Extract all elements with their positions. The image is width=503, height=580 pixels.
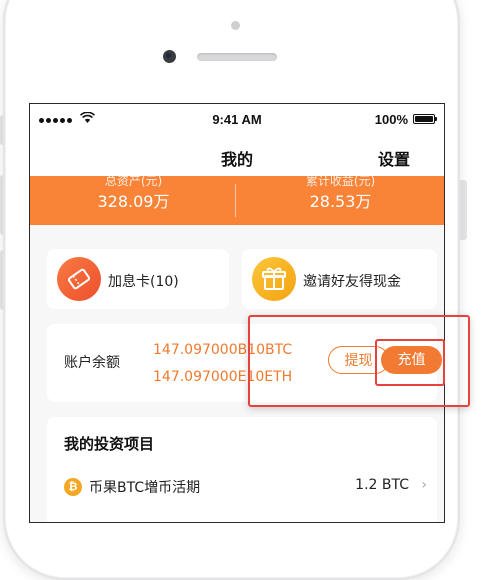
status-bar: 9:41 AM 100% [30, 104, 444, 134]
nav-bar: 我的 设置 [30, 134, 444, 176]
investment-name: 币果BTC増币活期 [89, 480, 201, 496]
gift-icon [252, 257, 296, 301]
total-assets-label: 总资产(元) [104, 174, 163, 188]
asset-summary-banner: 总资产(元) 328.09万 累计收益(元) 28.53万 [30, 174, 444, 225]
battery-percent: 100% [374, 112, 408, 127]
deposit-highlight [375, 339, 445, 386]
interest-card-label: 加息卡(10) [108, 274, 179, 290]
total-assets[interactable]: 总资产(元) 328.09万 [30, 174, 237, 212]
investments-title: 我的投资项目 [64, 435, 155, 453]
total-assets-value: 328.09万 [97, 192, 170, 211]
investment-amount: 1.2 BTC [355, 477, 409, 493]
invite-friends-entry[interactable]: 邀请好友得现金 [242, 249, 437, 309]
phone-screen: 9:41 AM 100% 我的 设置 总资产(元) 328.09万 累计收益(元… [29, 103, 445, 523]
earpiece-speaker [197, 53, 277, 61]
battery-icon [413, 114, 437, 124]
investments-card: 我的投资项目 ₿ 币果BTC増币活期 1.2 BTC › [47, 417, 437, 522]
front-camera [163, 50, 176, 63]
cumulative-income[interactable]: 累计收益(元) 28.53万 [237, 174, 444, 212]
chevron-right-icon: › [421, 477, 427, 493]
ticket-icon [57, 257, 101, 301]
invite-friends-label: 邀请好友得现金 [303, 274, 401, 290]
proximity-sensor [231, 21, 240, 30]
cumulative-income-label: 累计收益(元) [305, 174, 376, 188]
cumulative-income-value: 28.53万 [309, 192, 372, 211]
settings-button[interactable]: 设置 [378, 146, 410, 170]
banner-divider [235, 184, 236, 217]
bitcoin-icon: ₿ [64, 478, 82, 496]
balance-label: 账户余额 [64, 355, 120, 371]
phone-power-button [459, 180, 467, 240]
interest-card-entry[interactable]: 加息卡(10) [47, 249, 229, 309]
